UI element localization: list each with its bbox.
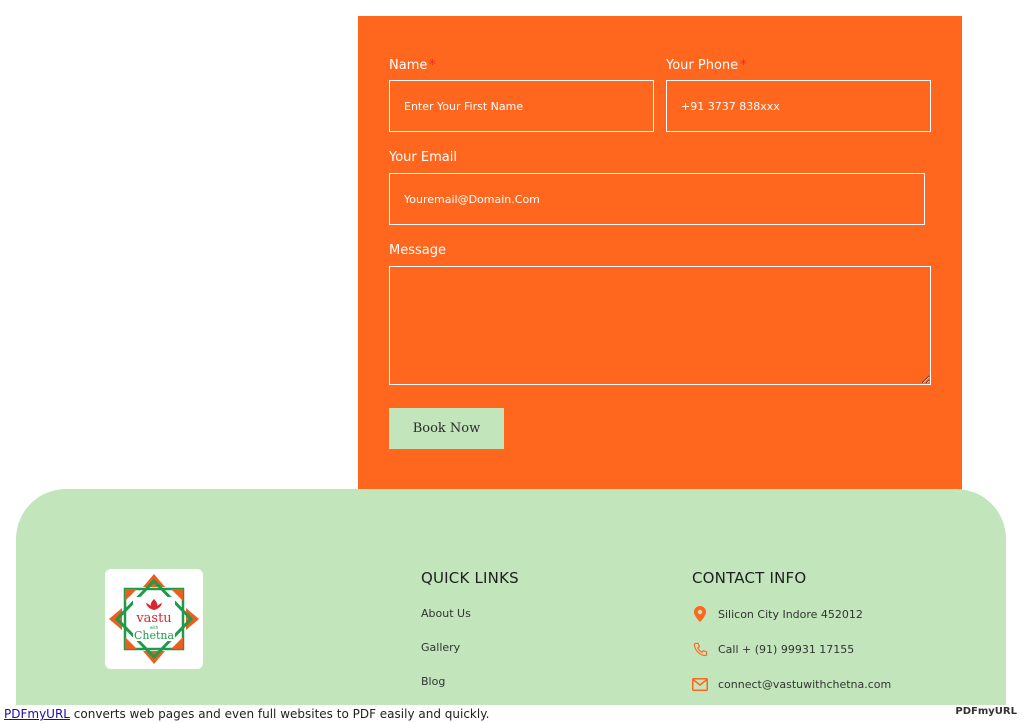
phone-label: Your Phone *	[666, 58, 747, 73]
book-now-button[interactable]: Book Now	[389, 408, 504, 449]
message-label: Message	[389, 243, 446, 258]
email-input[interactable]	[389, 173, 925, 225]
required-mark: *	[740, 58, 747, 73]
email-label: Your Email	[389, 150, 457, 165]
contact-address: Silicon City Indore 452012	[692, 606, 863, 622]
brand-logo[interactable]: vastu with Chetna	[105, 569, 203, 669]
quick-link-about-us[interactable]: About Us	[421, 607, 471, 620]
svg-text:vastu: vastu	[135, 611, 171, 626]
phone-text: Call + (91) 99931 17155	[718, 642, 855, 656]
envelope-icon	[692, 676, 708, 692]
required-mark: *	[429, 58, 436, 73]
page: Name* Your Phone* Your Email Message Boo…	[0, 0, 1023, 723]
quick-link-gallery[interactable]: Gallery	[421, 641, 460, 654]
booking-form: Name* Your Phone* Your Email Message Boo…	[358, 16, 962, 490]
address-text: Silicon City Indore 452012	[718, 607, 863, 621]
pdf-banner-text: PDFmyURL converts web pages and even ful…	[4, 707, 490, 721]
quick-link-blog[interactable]: Blog	[421, 675, 445, 688]
svg-text:Chetna: Chetna	[134, 629, 175, 642]
pdfmyurl-link[interactable]: PDFmyURL	[4, 707, 70, 721]
contact-info-title: CONTACT INFO	[692, 569, 807, 587]
footer: vastu with Chetna QUICK LINKS About Us G…	[16, 489, 1006, 705]
phone-input[interactable]	[666, 80, 931, 132]
email-text: connect@vastuwithchetna.com	[718, 677, 892, 691]
contact-email[interactable]: connect@vastuwithchetna.com	[692, 676, 891, 692]
contact-phone[interactable]: Call + (91) 99931 17155	[692, 641, 854, 657]
message-textarea[interactable]	[389, 266, 931, 385]
pdfmyurl-logo[interactable]: PDFmyURL	[955, 706, 1017, 717]
pdf-banner: PDFmyURL converts web pages and even ful…	[0, 705, 1023, 723]
name-input[interactable]	[389, 80, 654, 132]
location-pin-icon	[692, 606, 708, 622]
vastu-chetna-logo-icon: vastu with Chetna	[109, 574, 199, 664]
name-label: Name *	[389, 58, 436, 73]
phone-icon	[692, 641, 708, 657]
quick-links-title: QUICK LINKS	[421, 569, 519, 587]
